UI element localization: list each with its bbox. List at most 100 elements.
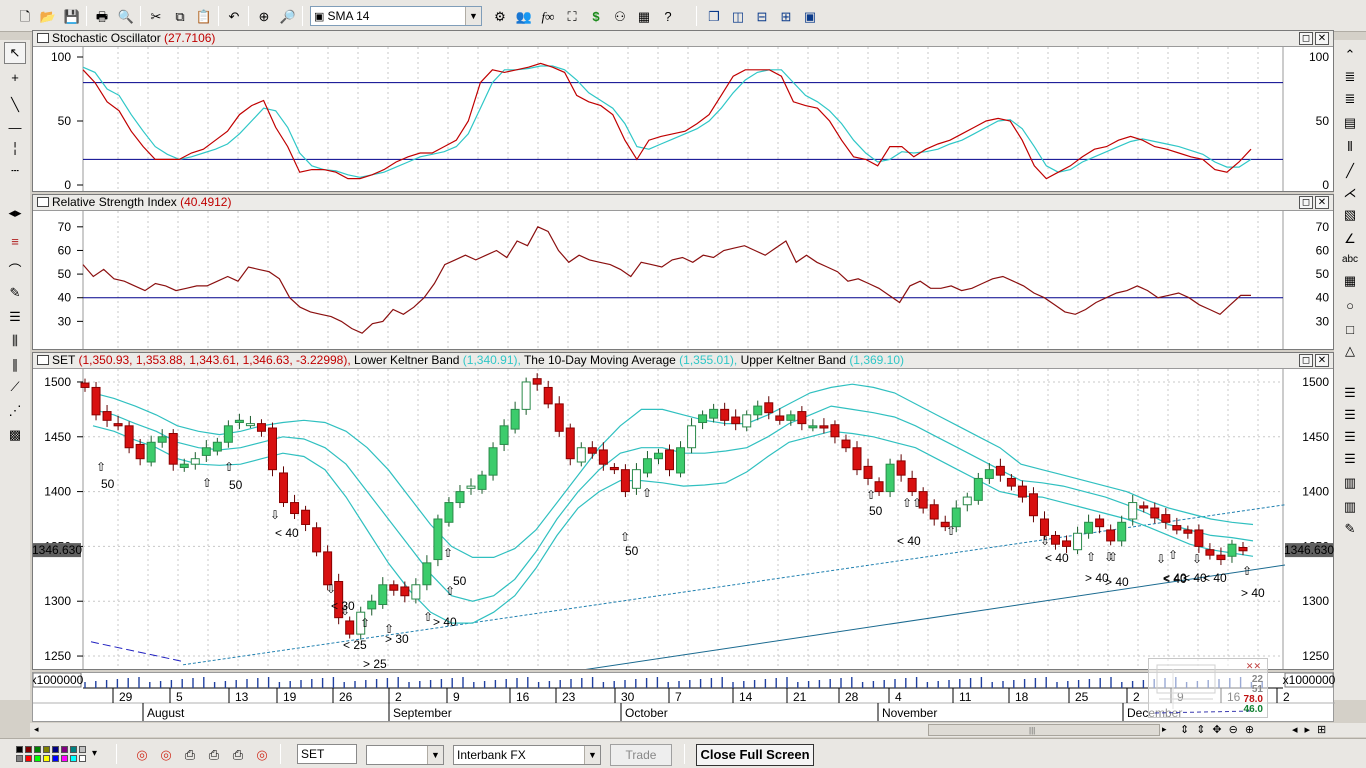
close-icon[interactable]: ✕ bbox=[1315, 196, 1329, 209]
color-swatch[interactable] bbox=[52, 755, 59, 762]
close-icon[interactable]: ✕ bbox=[1315, 32, 1329, 45]
dollar-icon[interactable]: $ bbox=[586, 6, 606, 26]
close-full-screen-button[interactable]: Close Full Screen bbox=[696, 744, 814, 766]
print-preview-icon[interactable]: 🔍 bbox=[116, 6, 136, 26]
list-2-icon[interactable]: ☰ bbox=[1339, 404, 1361, 426]
speed-lines-icon[interactable]: ⋰ bbox=[4, 400, 26, 422]
chevron-down-icon[interactable]: ▼ bbox=[465, 7, 481, 25]
printer-group-icon-1[interactable]: ⎙ bbox=[180, 744, 200, 764]
color-swatch[interactable] bbox=[43, 755, 50, 762]
maximize-icon[interactable]: ◻ bbox=[1299, 354, 1313, 367]
close-icon[interactable]: ✕ bbox=[1315, 354, 1329, 367]
list-5-icon[interactable]: ▥ bbox=[1339, 472, 1361, 494]
help-icon[interactable]: ? bbox=[658, 6, 678, 26]
paste-icon[interactable]: 📋 bbox=[194, 6, 214, 26]
chart-icon[interactable]: ⛶ bbox=[562, 6, 582, 26]
printer-group-icon-2[interactable]: ⎙ bbox=[204, 744, 224, 764]
cut-icon[interactable]: ✂ bbox=[146, 6, 166, 26]
period-select[interactable]: ▼ bbox=[366, 745, 444, 765]
color-swatch[interactable] bbox=[70, 755, 77, 762]
printer-group-icon-3[interactable]: ⎙ bbox=[228, 744, 248, 764]
tile-horizontal-icon[interactable]: ⊟ bbox=[752, 6, 772, 26]
open-folder-icon[interactable]: 📂 bbox=[38, 6, 58, 26]
flag-icon[interactable]: ≡ bbox=[4, 230, 26, 252]
trade-button[interactable]: Trade bbox=[610, 744, 672, 766]
scroll-right-icon[interactable]: ▸ bbox=[1162, 724, 1167, 735]
triangle-icon[interactable]: △ bbox=[1339, 340, 1361, 362]
tile-icon[interactable]: ⊞ bbox=[776, 6, 796, 26]
color-swatch[interactable] bbox=[70, 746, 77, 753]
browser-icon-2[interactable]: ◎ bbox=[156, 744, 176, 764]
binoculars-icon[interactable]: ⚇ bbox=[610, 6, 630, 26]
navigate-controls[interactable]: ◂▸⊞ bbox=[1292, 723, 1333, 736]
detail-icon[interactable]: ▦ bbox=[634, 6, 654, 26]
bars-3-icon[interactable]: ▤ bbox=[1339, 112, 1361, 134]
color-swatch[interactable] bbox=[34, 755, 41, 762]
save-icon[interactable]: 💾 bbox=[62, 6, 82, 26]
pencil-right-icon[interactable]: ✎ bbox=[1339, 518, 1361, 540]
color-swatch[interactable] bbox=[52, 746, 59, 753]
calendar-icon[interactable]: ▦ bbox=[1339, 270, 1361, 292]
profile-icon[interactable]: 👥 bbox=[514, 6, 534, 26]
crosshair-icon[interactable]: ⊕ bbox=[254, 6, 274, 26]
ellipse-icon[interactable]: ○ bbox=[1339, 294, 1361, 316]
cycle-lines-icon[interactable]: ⫼ bbox=[4, 330, 26, 352]
bars-4-icon[interactable]: ⦀ bbox=[1339, 136, 1361, 158]
list-6-icon[interactable]: ▥ bbox=[1339, 496, 1361, 518]
chevron-down-icon[interactable]: ▼ bbox=[427, 746, 443, 764]
color-swatch[interactable] bbox=[16, 755, 23, 762]
indicator-select[interactable]: ▣ SMA 14 ▼ bbox=[310, 6, 482, 26]
color-swatch[interactable] bbox=[25, 746, 32, 753]
layout-icon[interactable]: ▣ bbox=[800, 6, 820, 26]
vertical-line-icon[interactable]: ╎ bbox=[4, 138, 26, 160]
maximize-icon[interactable]: ◻ bbox=[1299, 32, 1313, 45]
zoom-controls[interactable]: ⇕⇕✥⊖⊕ bbox=[1180, 723, 1261, 736]
pencil-icon[interactable]: ✎ bbox=[4, 282, 26, 304]
angle-icon[interactable]: ∠ bbox=[1339, 228, 1361, 250]
arrow-up-icon[interactable]: ⌃ bbox=[1339, 44, 1361, 66]
zoom-icon[interactable]: 🔎 bbox=[278, 6, 298, 26]
color-swatch[interactable] bbox=[79, 746, 86, 753]
browser-icon-1[interactable]: ◎ bbox=[132, 744, 152, 764]
cascade-icon[interactable]: ❐ bbox=[704, 6, 724, 26]
minimap-close-icon[interactable]: ✕✕ bbox=[1246, 661, 1261, 672]
rectangle-icon[interactable]: □ bbox=[1339, 318, 1361, 340]
maximize-icon[interactable]: ◻ bbox=[1299, 196, 1313, 209]
bars-1-icon[interactable]: ≣ bbox=[1339, 66, 1361, 88]
print-icon[interactable]: 🖶 bbox=[92, 6, 112, 26]
list-1-icon[interactable]: ☰ bbox=[1339, 382, 1361, 404]
scroll-left-icon[interactable]: ◂ bbox=[34, 724, 39, 735]
list-3-icon[interactable]: ☰ bbox=[1339, 426, 1361, 448]
color-swatch[interactable] bbox=[61, 755, 68, 762]
channel-icon[interactable]: ∥ bbox=[4, 354, 26, 376]
pointer-icon[interactable]: ↖ bbox=[4, 42, 26, 64]
formula-icon[interactable]: f∞ bbox=[538, 6, 558, 26]
color-swatch[interactable] bbox=[34, 746, 41, 753]
arc-icon[interactable]: ⌒ bbox=[4, 258, 26, 280]
browser-icon-3[interactable]: ◎ bbox=[252, 744, 272, 764]
horizontal-scrollbar[interactable]: ||| bbox=[928, 724, 1160, 736]
dash-line-icon[interactable]: ┄ bbox=[4, 160, 26, 182]
gann-fan-icon[interactable]: ⟋ bbox=[4, 376, 26, 398]
color-swatch[interactable] bbox=[25, 755, 32, 762]
chevron-down-icon[interactable]: ▼ bbox=[584, 746, 600, 764]
new-file-icon[interactable]: 🗋 bbox=[15, 6, 35, 26]
color-swatch[interactable] bbox=[61, 746, 68, 753]
indicator-icon[interactable]: ⚙ bbox=[490, 6, 510, 26]
copy-icon[interactable]: ⧉ bbox=[170, 6, 190, 26]
symbol-input[interactable]: SET bbox=[297, 744, 357, 764]
fan-icon[interactable]: ⋌ bbox=[1339, 182, 1361, 204]
color-swatch[interactable] bbox=[79, 755, 86, 762]
color-swatch[interactable] bbox=[16, 746, 23, 753]
horizontal-line-icon[interactable]: — bbox=[4, 116, 26, 138]
palette-dropdown-icon[interactable]: ▾ bbox=[92, 748, 97, 759]
diagonal-icon[interactable]: ╱ bbox=[1339, 160, 1361, 182]
tile-vertical-icon[interactable]: ◫ bbox=[728, 6, 748, 26]
list-4-icon[interactable]: ☰ bbox=[1339, 448, 1361, 470]
scroll-icon[interactable]: ◂▸ bbox=[4, 202, 26, 224]
text-tool-icon[interactable]: abc bbox=[1339, 248, 1361, 270]
bars-2-icon[interactable]: ≣ bbox=[1339, 88, 1361, 110]
trendline-icon[interactable]: ╲ bbox=[4, 94, 26, 116]
grid-tool-icon[interactable]: ▩ bbox=[4, 424, 26, 446]
undo-icon[interactable]: ↶ bbox=[224, 6, 244, 26]
